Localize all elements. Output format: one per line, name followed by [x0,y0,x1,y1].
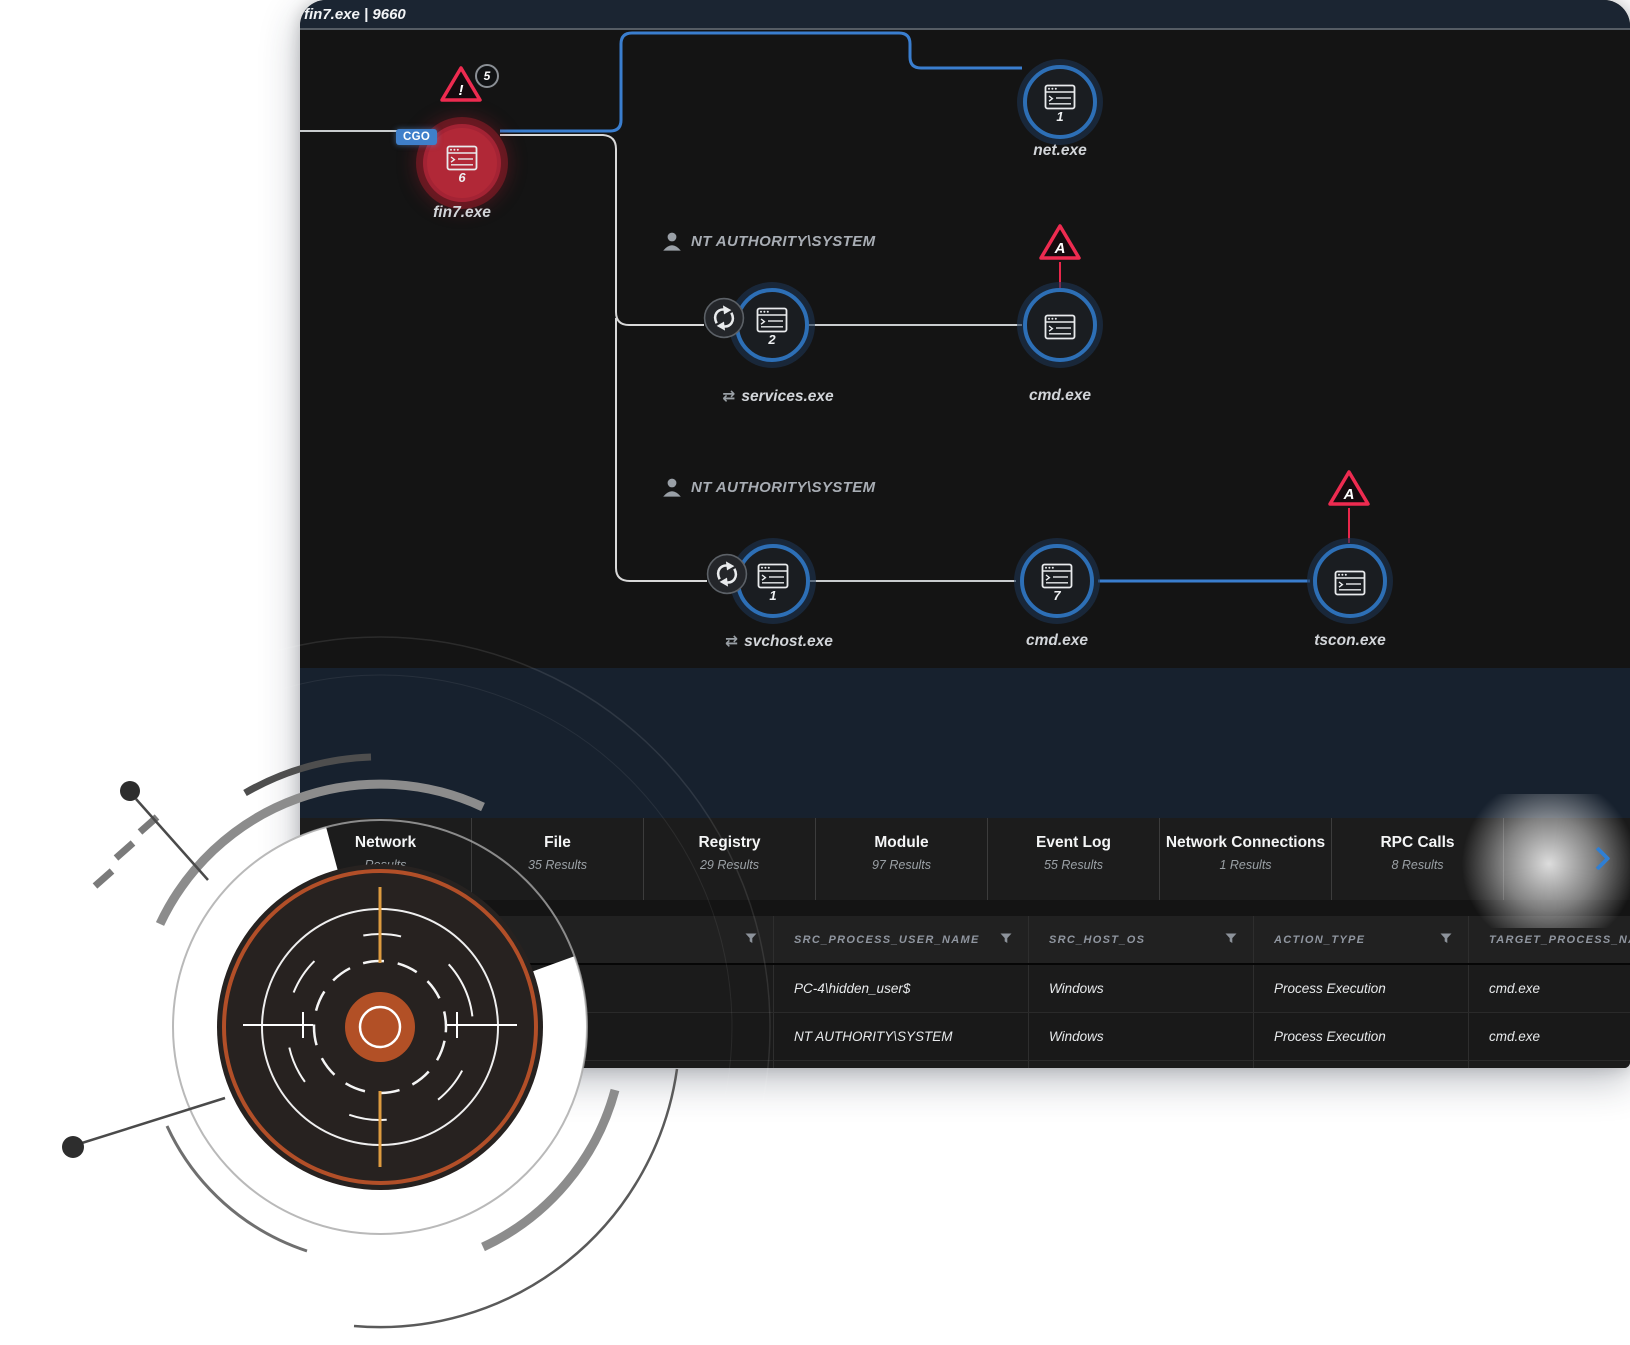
page-title: fin7.exe | 9660 [300,6,406,23]
injection-badge-icon [706,553,748,595]
process-label-cmd-top: cmd.exe [1029,387,1091,405]
process-graph-edges [300,30,1630,668]
tab-results-count: Results [300,858,471,872]
alert-triangle-tscon[interactable]: A [1327,468,1371,513]
column-header-target-process-name[interactable]: TARGET_PROCESS_NAME [1468,916,1630,963]
process-node-tscon[interactable] [1313,544,1387,618]
tab-overflow-area [1504,818,1630,900]
filter-icon[interactable] [1000,933,1012,947]
column-header-src-host-os[interactable]: SRC_HOST_OS [1028,916,1253,963]
process-label-services: ⇄services.exe [722,387,833,406]
table-cell-action-type: Process Execution [1253,1013,1468,1060]
node-instance-count: 2 [768,333,775,346]
table-cell [300,965,773,1012]
process-window-icon [756,307,788,333]
alert-triangle-cmd-top[interactable]: A [1038,222,1082,267]
tab-results-count: 1 Results [1160,858,1331,872]
window-titlebar: fin7.exe | 9660 [300,0,1630,30]
table-cell-src-host-os: Windows [1028,965,1253,1012]
process-window-icon [757,563,789,589]
tab-module[interactable]: Module97 Results [816,818,988,900]
tab-rpc-calls[interactable]: RPC Calls8 Results [1332,818,1504,900]
table-cell-src-process-user-name: PC-4\hidden_user$ [773,965,1028,1012]
process-label-cmd-bottom: cmd.exe [1026,632,1088,650]
tab-results-count: 8 Results [1332,858,1503,872]
more-tabs-button chevron-right-icon[interactable] [1586,846,1610,870]
filter-icon[interactable] [1225,933,1237,947]
process-label-fin7: fin7.exe [433,204,491,222]
table-cell-src-host-os: Windows [1028,1013,1253,1060]
tab-event-log[interactable]: Event Log55 Results [988,818,1160,900]
evidence-tabbar: NetworkResults File35 Results Registry29… [300,818,1630,900]
process-node-services[interactable]: 2 [735,288,809,362]
process-window-icon [1044,84,1076,110]
svg-text:!: ! [459,82,464,99]
injection-glyph-icon: ⇄ [725,632,738,650]
injection-glyph-icon: ⇄ [722,387,735,405]
alert-triangle-fin7[interactable]: ! 5 [439,64,483,109]
tab-results-count: 97 Results [816,858,987,872]
svg-text:A: A [1343,486,1355,503]
alert-count-badge: 5 [475,64,499,88]
tab-results-count: 35 Results [472,858,643,872]
person-icon [662,476,682,498]
process-window-icon [1044,314,1076,340]
table-row-partial [300,1061,1630,1068]
node-instance-count: 1 [1056,110,1063,123]
causality-view-panel: fin7.exe | 9660 [300,0,1630,1068]
filter-icon[interactable] [745,933,757,947]
person-icon [662,230,682,252]
tab-results-count: 29 Results [644,858,815,872]
node-instance-count: 1 [769,589,776,602]
table-cell-target-process-name: cmd.exe [1468,965,1630,1012]
process-details-panel: 22 16:25:27 - Mar 2nd 2022 17:01:59 ebb7… [300,668,1630,818]
process-graph-canvas[interactable]: 6 CGO ! 5 fin7.exe 1 net.ex [300,30,1630,668]
tab-network-connections[interactable]: Network Connections1 Results [1160,818,1332,900]
results-table: SRC_PROCESS_USER_NAME SRC_HOST_OS ACTION… [300,916,1630,1068]
cgo-badge: CGO [396,129,437,145]
tabbar-table-divider [300,900,1630,916]
table-row[interactable]: NT AUTHORITY\SYSTEM Windows Process Exec… [300,1013,1630,1061]
column-header-action-type[interactable]: ACTION_TYPE [1253,916,1468,963]
process-label-tscon: tscon.exe [1314,632,1386,650]
process-node-cmd-bottom[interactable]: 7 [1020,544,1094,618]
node-instance-count: 6 [458,171,465,184]
process-node-net[interactable]: 1 [1023,65,1097,139]
user-context-row2: NT AUTHORITY\SYSTEM [662,230,876,252]
process-label-svchost: ⇄svchost.exe [725,632,833,651]
user-context-row3: NT AUTHORITY\SYSTEM [662,476,876,498]
table-cell-action-type: Process Execution [1253,965,1468,1012]
node-instance-count: 7 [1053,589,1060,602]
table-cell-target-process-name: cmd.exe [1468,1013,1630,1060]
tab-network[interactable]: NetworkResults [300,818,472,900]
table-cell-src-process-user-name: NT AUTHORITY\SYSTEM [773,1013,1028,1060]
process-window-icon [446,145,478,171]
process-window-icon [1334,570,1366,596]
filter-icon[interactable] [1440,933,1452,947]
table-header-row: SRC_PROCESS_USER_NAME SRC_HOST_OS ACTION… [300,916,1630,965]
table-cell [300,1013,773,1060]
svg-text:A: A [1054,240,1066,257]
process-label-net: net.exe [1033,142,1086,160]
tab-file[interactable]: File35 Results [472,818,644,900]
injection-badge-icon [703,297,745,339]
process-node-cmd-top[interactable] [1023,288,1097,362]
tab-registry[interactable]: Registry29 Results [644,818,816,900]
process-window-icon [1041,563,1073,589]
column-header-src-process-user-name[interactable]: SRC_PROCESS_USER_NAME [773,916,1028,963]
table-row[interactable]: PC-4\hidden_user$ Windows Process Execut… [300,965,1630,1013]
column-header [300,916,773,963]
tab-results-count: 55 Results [988,858,1159,872]
